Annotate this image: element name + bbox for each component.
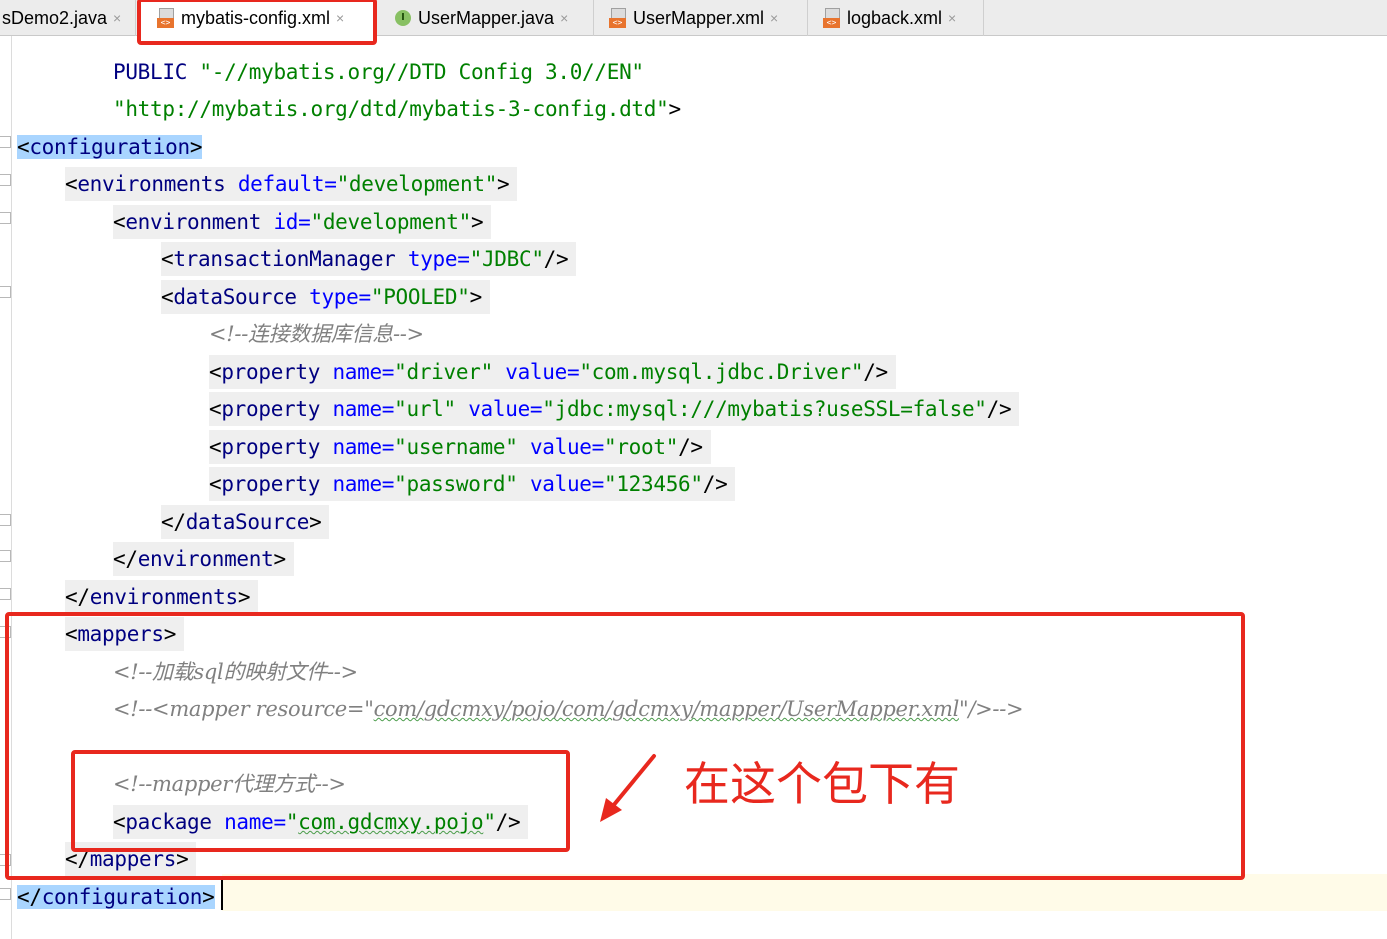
- code-line-property-username: <property name="username" value="root"/>: [209, 430, 711, 464]
- code-line-public: PUBLIC "-//mybatis.org//DTD Config 3.0//…: [113, 60, 644, 84]
- environment-id-value: development: [322, 210, 459, 234]
- public-id: -//mybatis.org//DTD Config 3.0//EN: [211, 60, 632, 84]
- fold-marker-icon[interactable]: [0, 514, 11, 526]
- code-line-comment-db: <!--连接数据库信息-->: [209, 322, 424, 346]
- property-value: com.mysql.jdbc.Driver: [591, 360, 852, 384]
- comment-db-text: 连接数据库信息: [248, 322, 393, 346]
- code-line-environments-close: </environments>: [65, 580, 259, 614]
- property-value: 123456: [616, 472, 691, 496]
- transaction-type-value: JDBC: [481, 247, 532, 271]
- xml-file-icon: [823, 7, 843, 29]
- fold-marker-icon[interactable]: [0, 888, 11, 900]
- datasource-type-value: POOLED: [383, 285, 458, 309]
- property-value: root: [616, 435, 666, 459]
- fold-marker-icon[interactable]: [0, 588, 11, 600]
- fold-marker-icon[interactable]: [0, 174, 11, 186]
- code-line-environments: <environments default="development">: [65, 167, 518, 201]
- tab-label: UserMapper.java: [418, 7, 555, 28]
- text-caret: [221, 876, 223, 910]
- system-id: http://mybatis.org/dtd/mybatis-3-config.…: [125, 97, 657, 121]
- tab-label: UserMapper.xml: [633, 7, 765, 28]
- property-name: password: [406, 472, 506, 496]
- close-icon[interactable]: ×: [560, 10, 568, 26]
- fold-marker-icon[interactable]: [0, 136, 11, 148]
- annotation-label: 在这个包下有: [684, 757, 960, 811]
- property-value: jdbc:mysql:///mybatis?useSSL=false: [554, 397, 975, 421]
- code-line-datasource-open: <dataSource type="POOLED">: [161, 280, 490, 314]
- code-line-environment-close: </environment>: [113, 542, 294, 576]
- code-line-configuration-close: </configuration>: [17, 885, 215, 909]
- tab-usermapper-java[interactable]: UserMapper.java ×: [378, 0, 594, 36]
- code-line-datasource-close: </dataSource>: [161, 505, 330, 539]
- code-line-configuration-open: <configuration>: [17, 135, 203, 159]
- highlight-box-package: [71, 750, 570, 852]
- fold-marker-icon[interactable]: [0, 212, 11, 224]
- property-name: username: [406, 435, 506, 459]
- environments-default-value: development: [348, 172, 485, 196]
- code-line-property-url: <property name="url" value="jdbc:mysql:/…: [209, 392, 1020, 426]
- code-line-property-driver: <property name="driver" value="com.mysql…: [209, 355, 896, 389]
- property-name: url: [406, 397, 444, 421]
- xml-file-icon: [609, 7, 629, 29]
- close-icon[interactable]: ×: [770, 10, 778, 26]
- code-line-transaction-manager: <transactionManager type="JDBC"/>: [161, 242, 577, 276]
- code-line-property-password: <property name="password" value="123456"…: [209, 467, 736, 501]
- tab-label: logback.xml: [847, 7, 943, 28]
- code-line-system-id: "http://mybatis.org/dtd/mybatis-3-config…: [113, 97, 681, 121]
- fold-marker-icon[interactable]: [0, 550, 11, 562]
- tab-sdemo2-java[interactable]: sDemo2.java ×: [0, 0, 136, 36]
- close-icon[interactable]: ×: [948, 10, 956, 26]
- tab-logback-xml[interactable]: logback.xml ×: [809, 0, 984, 36]
- property-name: driver: [406, 360, 481, 384]
- code-line-environment: <environment id="development">: [113, 205, 492, 239]
- fold-marker-icon[interactable]: [0, 286, 11, 298]
- tab-usermapper-xml[interactable]: UserMapper.xml ×: [595, 0, 808, 36]
- close-icon[interactable]: ×: [113, 10, 121, 26]
- tab-label: sDemo2.java: [2, 7, 108, 28]
- arrow-icon: [600, 754, 656, 822]
- interface-icon: [394, 7, 414, 29]
